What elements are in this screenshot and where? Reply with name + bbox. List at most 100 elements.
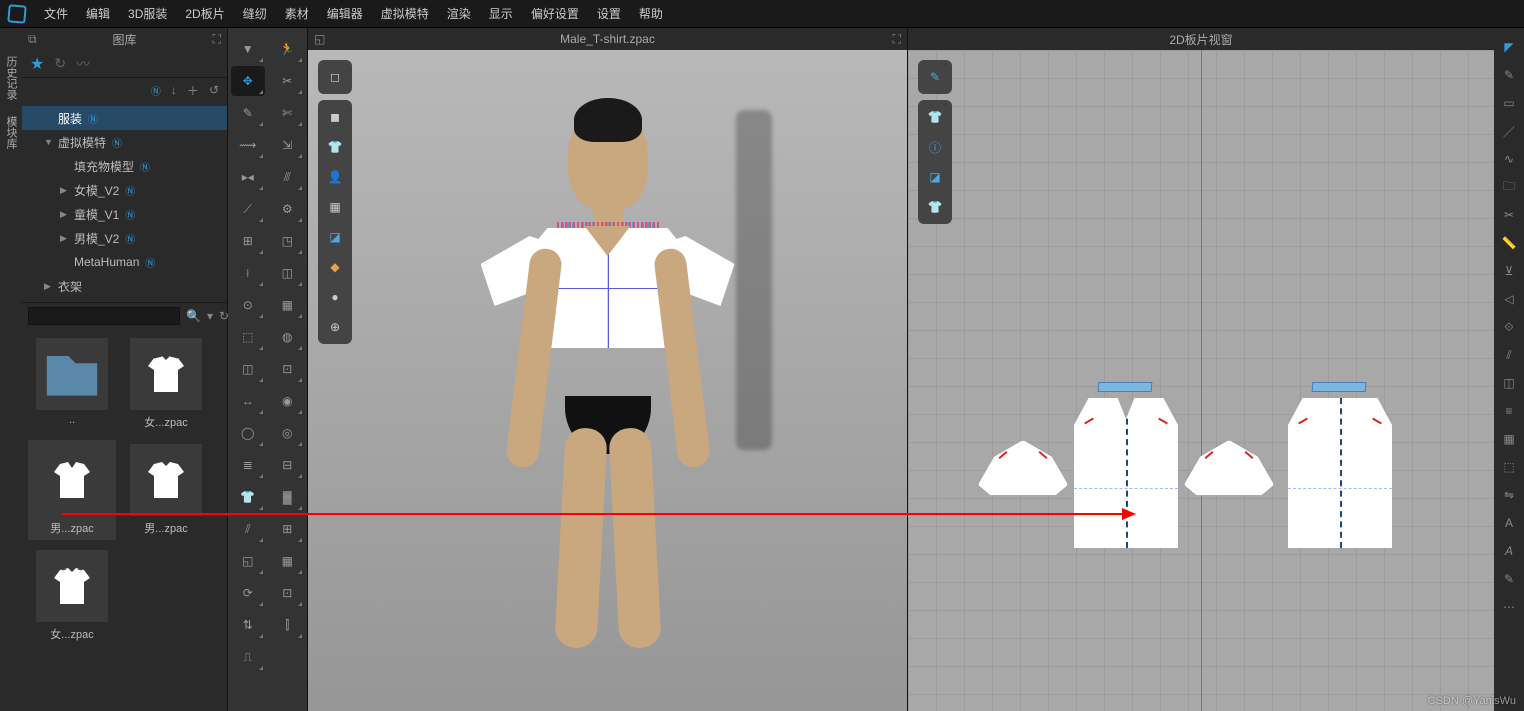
tool-extra-4-icon[interactable]: ◍: [270, 322, 304, 352]
tool-select-move-icon[interactable]: ✥: [231, 66, 265, 96]
rtool-graphic-icon[interactable]: ⬚: [1496, 454, 1522, 480]
view-info-icon[interactable]: ◪: [322, 224, 348, 250]
tool-auto-icon[interactable]: ⚙: [270, 194, 304, 224]
rtool-notch-icon[interactable]: ⊻: [1496, 258, 1522, 284]
rtool-folder-icon[interactable]: 🗀: [1496, 174, 1522, 200]
tree-item-female-v2[interactable]: ▶女模_V2Ⓝ: [22, 178, 227, 202]
tool-extra-14-icon[interactable]: ⫿: [270, 610, 304, 640]
view-avatar-icon[interactable]: 👤: [322, 164, 348, 190]
tree-item-garment[interactable]: 服装Ⓝ: [22, 106, 227, 130]
pattern-sleeve-left[interactable]: [978, 440, 1068, 496]
maximize-icon[interactable]: ⛶: [893, 32, 901, 47]
menu-file[interactable]: 文件: [44, 5, 68, 22]
tool-zipper-icon[interactable]: ≣: [231, 450, 265, 480]
tool-extra-1-icon[interactable]: ◳: [270, 226, 304, 256]
view-strain-icon[interactable]: ●: [322, 284, 348, 310]
rtool-cut-icon[interactable]: ✂: [1496, 202, 1522, 228]
menu-sewing[interactable]: 缝纫: [243, 5, 267, 22]
tool-unfold-icon[interactable]: ⫽: [231, 514, 265, 544]
view-stress-icon[interactable]: ◆: [322, 254, 348, 280]
side-tab-modules[interactable]: 模块库: [0, 108, 22, 157]
tool-extra-13-icon[interactable]: ⊡: [270, 578, 304, 608]
rtool-annotation-icon[interactable]: ✎: [1496, 566, 1522, 592]
side-tab-history[interactable]: 历史记录: [0, 48, 22, 108]
refresh-tab-icon[interactable]: ↻: [54, 55, 66, 72]
search-input[interactable]: [28, 307, 180, 325]
download-icon[interactable]: ↓: [171, 83, 177, 97]
tool-extra-7-icon[interactable]: ◉: [270, 386, 304, 416]
tool-extra-6-icon[interactable]: ⊡: [270, 354, 304, 384]
menu-avatar[interactable]: 虚拟模特: [381, 5, 429, 22]
rtool-curve-icon[interactable]: ∿: [1496, 146, 1522, 172]
tool-extra-2-icon[interactable]: ◫: [270, 258, 304, 288]
view2d-flag-icon[interactable]: ◪: [922, 164, 948, 190]
tool-extra-12-icon[interactable]: ▦: [270, 546, 304, 576]
menu-material[interactable]: 素材: [285, 5, 309, 22]
pattern-collar-front[interactable]: [1098, 382, 1153, 392]
rtool-dart-icon[interactable]: ◁: [1496, 286, 1522, 312]
tool-tack-icon[interactable]: ⊙: [231, 290, 265, 320]
rtool-line-icon[interactable]: ／: [1496, 118, 1522, 144]
pattern-sleeve-right[interactable]: [1184, 440, 1274, 496]
tree-item-hanger[interactable]: ▶衣架: [22, 274, 227, 298]
thumb-male-zpac-2[interactable]: 男...zpac: [122, 440, 210, 540]
tool-thickness-icon[interactable]: ◱: [231, 546, 265, 576]
tree-item-metahuman[interactable]: MetaHumanⓃ: [22, 250, 227, 274]
view-mesh-icon[interactable]: ▦: [322, 194, 348, 220]
view-shirt-icon[interactable]: 👕: [322, 134, 348, 160]
rtool-rect-icon[interactable]: ▭: [1496, 90, 1522, 116]
viewport-3d-canvas[interactable]: ◻ ◼ 👕 👤 ▦ ◪ ◆ ● ⊕: [308, 50, 907, 711]
menu-preferences[interactable]: 偏好设置: [531, 5, 579, 22]
tree-item-child-v1[interactable]: ▶童模_V1Ⓝ: [22, 202, 227, 226]
tool-texture-icon[interactable]: ◫: [231, 354, 265, 384]
rtool-symmetry-icon[interactable]: ⇋: [1496, 482, 1522, 508]
maximize-icon[interactable]: ⛶: [213, 32, 221, 47]
menu-help[interactable]: 帮助: [639, 5, 663, 22]
pattern-collar-back[interactable]: [1312, 382, 1367, 392]
pattern-body-back[interactable]: [1288, 398, 1392, 548]
view2d-info-icon[interactable]: ⓘ: [922, 134, 948, 160]
rtool-text-a-icon[interactable]: A: [1496, 510, 1522, 536]
view-cube-icon[interactable]: ◻: [322, 64, 348, 90]
tool-scissors-icon[interactable]: ✂: [270, 66, 304, 96]
tree-item-male-v2[interactable]: ▶男模_V2Ⓝ: [22, 226, 227, 250]
view2d-shirt-icon[interactable]: 👕: [922, 104, 948, 130]
tool-roll-icon[interactable]: ⟳: [231, 578, 265, 608]
view-cube2-icon[interactable]: ◼: [322, 104, 348, 130]
menu-render[interactable]: 渲染: [447, 5, 471, 22]
menu-edit[interactable]: 编辑: [86, 5, 110, 22]
add-icon[interactable]: ＋: [187, 82, 199, 99]
rtool-pen-icon[interactable]: ✎: [1496, 62, 1522, 88]
pin-icon[interactable]: ◱: [314, 32, 325, 46]
favorite-tab-icon[interactable]: ★: [30, 54, 44, 74]
menu-settings[interactable]: 设置: [597, 5, 621, 22]
tool-lasso-icon[interactable]: ✎: [231, 98, 265, 128]
tool-simulate-icon[interactable]: ▼: [231, 34, 265, 64]
tool-fold-icon[interactable]: ⟊: [231, 258, 265, 288]
tool-run-icon[interactable]: 🏃: [270, 34, 304, 64]
cloud-tab-icon[interactable]: 〰: [76, 54, 90, 74]
tree-item-avatar[interactable]: ▼虚拟模特Ⓝ: [22, 130, 227, 154]
rtool-ruler-icon[interactable]: 📏: [1496, 230, 1522, 256]
thumb-male-zpac-1[interactable]: 男...zpac: [28, 440, 116, 540]
tool-layer-icon[interactable]: ⬚: [231, 322, 265, 352]
tool-extra-3-icon[interactable]: ▦: [270, 290, 304, 320]
view2d-shirt2-icon[interactable]: 👕: [922, 194, 948, 220]
tool-cut-icon[interactable]: ✄: [270, 98, 304, 128]
tool-sewing-icon[interactable]: ▸◂: [231, 162, 265, 192]
reload-icon[interactable]: ↺: [209, 83, 219, 97]
tool-grade-icon[interactable]: ⇅: [231, 610, 265, 640]
pattern-body-front[interactable]: [1074, 398, 1178, 548]
view-globe-icon[interactable]: ⊕: [322, 314, 348, 340]
tool-pin-icon[interactable]: ⟿: [231, 130, 265, 160]
thumb-female-zpac[interactable]: 女...zpac: [122, 334, 210, 434]
rtool-more-icon[interactable]: ⋯: [1496, 594, 1522, 620]
tool-button-icon[interactable]: ◯: [231, 418, 265, 448]
tool-extra-8-icon[interactable]: ◎: [270, 418, 304, 448]
menu-3d-garment[interactable]: 3D服装: [128, 5, 167, 22]
tree-item-filler[interactable]: 填充物模型Ⓝ: [22, 154, 227, 178]
rtool-seam-icon[interactable]: ⫽: [1496, 342, 1522, 368]
tool-extra-11-icon[interactable]: ⊞: [270, 514, 304, 544]
tool-hanger-icon[interactable]: ⎍: [231, 642, 265, 672]
tool-measure-icon[interactable]: ↔: [231, 386, 265, 416]
